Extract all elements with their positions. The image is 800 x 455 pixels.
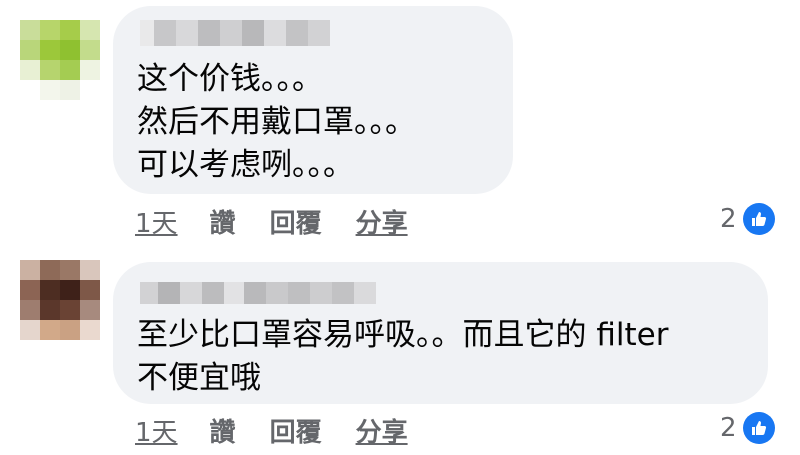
like-icon xyxy=(742,203,775,235)
comment-text: 这个价钱。。。 然后不用戴口罩。。。 可以考虑咧。。。 xyxy=(137,58,416,187)
comment-actions: 1天 讚 回覆 分享 xyxy=(135,203,408,240)
author-name-blurred[interactable] xyxy=(140,282,376,304)
share-button[interactable]: 分享 xyxy=(356,203,408,240)
comment-line: 至少比口罩容易呼吸。。而且它的 filter xyxy=(137,317,669,353)
comment-bubble: 这个价钱。。。 然后不用戴口罩。。。 可以考虑咧。。。 xyxy=(113,6,513,194)
reaction-count: 2 xyxy=(720,204,737,234)
comment-line: 可以考虑咧。。。 xyxy=(137,147,354,183)
avatar[interactable] xyxy=(20,260,100,340)
like-icon xyxy=(742,412,775,444)
reply-button[interactable]: 回覆 xyxy=(270,203,322,240)
reaction-count: 2 xyxy=(720,413,737,443)
author-name-blurred[interactable] xyxy=(140,20,330,46)
timestamp-link[interactable]: 1天 xyxy=(135,203,178,240)
comment-actions: 1天 讚 回覆 分享 xyxy=(135,412,408,449)
comment-line: 这个价钱。。。 xyxy=(137,61,323,97)
avatar[interactable] xyxy=(20,20,100,100)
reply-button[interactable]: 回覆 xyxy=(270,412,322,449)
comment-line: 不便宜哦 xyxy=(137,360,261,396)
reactions[interactable]: 2 xyxy=(720,412,775,444)
reactions[interactable]: 2 xyxy=(720,203,775,235)
share-button[interactable]: 分享 xyxy=(356,412,408,449)
comment-bubble: 至少比口罩容易呼吸。。而且它的 filter 不便宜哦 xyxy=(113,262,768,404)
timestamp-link[interactable]: 1天 xyxy=(135,412,178,449)
comment-text: 至少比口罩容易呼吸。。而且它的 filter 不便宜哦 xyxy=(137,314,668,400)
like-button[interactable]: 讚 xyxy=(210,203,236,240)
comment-line: 然后不用戴口罩。。。 xyxy=(137,104,416,140)
like-button[interactable]: 讚 xyxy=(210,412,236,449)
